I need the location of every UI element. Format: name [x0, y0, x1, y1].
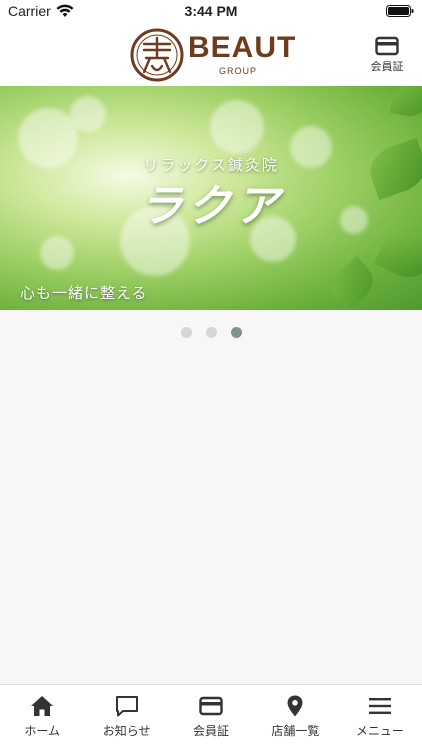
leaf-decoration: [323, 256, 381, 310]
banner-title: ラクア: [139, 181, 283, 232]
tab-menu-label: メニュー: [355, 724, 404, 738]
home-icon: [31, 696, 54, 716]
status-bar: Carrier 3:44 PM: [0, 0, 422, 24]
tab-news[interactable]: お知らせ: [84, 685, 168, 751]
speech-bubble-icon: [115, 696, 138, 717]
tab-member-card-label: 会員証: [193, 724, 230, 738]
carousel-dot-2[interactable]: [205, 327, 217, 338]
tab-member-card[interactable]: 会員証: [169, 685, 253, 751]
carousel-dot-1[interactable]: [180, 327, 192, 338]
battery-icon: [386, 5, 414, 17]
member-card-label: 会員証: [370, 60, 404, 73]
bokeh-light: [70, 96, 106, 132]
bottom-tab-bar: ホーム お知らせ 会員証 店舗一覧 メニュー: [0, 684, 422, 751]
tab-home-label: ホーム: [24, 724, 61, 738]
tab-news-label: お知らせ: [102, 724, 151, 738]
banner-tagline: 心も一緒に整える: [20, 284, 148, 302]
bokeh-light: [210, 100, 264, 154]
logo-subtitle: GROUP: [219, 66, 258, 76]
member-card-button[interactable]: 会員証: [364, 36, 410, 74]
map-pin-icon: [287, 695, 303, 717]
tab-menu[interactable]: メニュー: [338, 685, 422, 751]
card-icon: [199, 696, 223, 716]
hamburger-icon: [368, 698, 391, 714]
logo-emblem-icon: [130, 28, 184, 82]
carousel-indicator: [0, 327, 422, 338]
bokeh-light: [40, 236, 74, 270]
carousel-dot-3[interactable]: [230, 327, 242, 338]
status-time: 3:44 PM: [184, 3, 238, 19]
leaf-decoration: [389, 86, 422, 119]
app-header: BEAUT GROUP 会員証: [0, 24, 422, 87]
tab-home[interactable]: ホーム: [0, 685, 84, 751]
tab-store-list[interactable]: 店舗一覧: [253, 685, 337, 751]
leaf-decoration: [373, 227, 422, 285]
logo-wordmark: BEAUT: [188, 31, 297, 64]
card-icon: [375, 36, 399, 56]
brand-logo[interactable]: BEAUT GROUP: [130, 28, 295, 82]
hero-banner[interactable]: リラックス鍼灸院 ラクア 心も一緒に整える: [0, 86, 422, 310]
tab-store-list-label: 店舗一覧: [271, 724, 320, 738]
